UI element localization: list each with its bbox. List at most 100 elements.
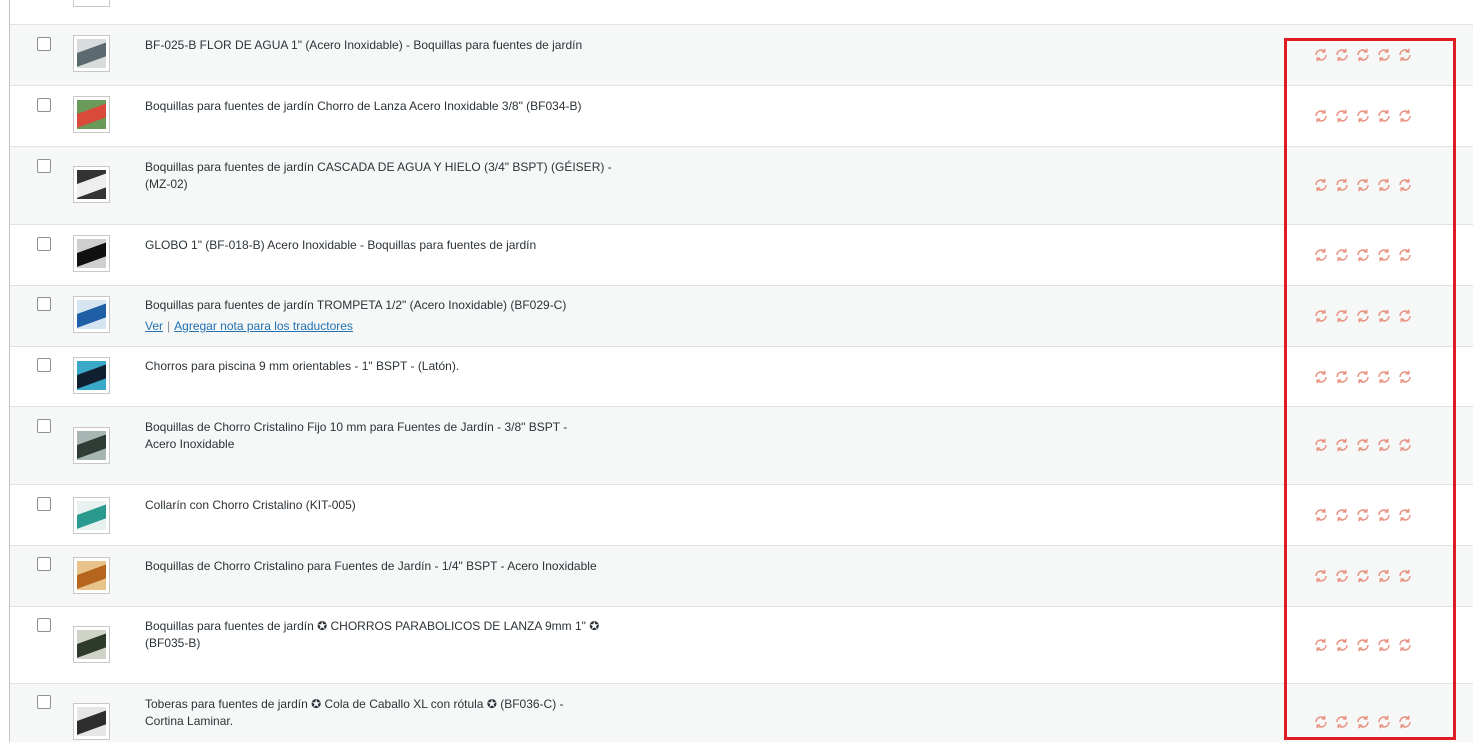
row-checkbox[interactable] (37, 557, 51, 571)
product-title[interactable]: Boquillas para fuentes de jardín CASCADA… (145, 159, 615, 193)
translation-sync-icon[interactable] (1312, 107, 1333, 125)
row-checkbox[interactable] (37, 358, 51, 372)
translation-status-icons (1312, 307, 1417, 325)
translation-sync-icon[interactable] (1396, 246, 1417, 264)
translation-sync-icon[interactable] (1375, 307, 1396, 325)
translation-sync-icon[interactable] (1396, 46, 1417, 64)
translation-sync-icon[interactable] (1375, 46, 1396, 64)
translation-sync-icon[interactable] (1354, 506, 1375, 524)
translation-sync-icon[interactable] (1312, 567, 1333, 585)
product-thumbnail[interactable] (73, 296, 110, 333)
translation-sync-icon[interactable] (1333, 506, 1354, 524)
translation-sync-icon[interactable] (1312, 46, 1333, 64)
translation-sync-icon[interactable] (1333, 107, 1354, 125)
table-row: GLOBO 1" (BF-018-B) Acero Inoxidable - B… (10, 225, 1473, 286)
translation-sync-icon[interactable] (1396, 636, 1417, 654)
translation-sync-icon[interactable] (1333, 636, 1354, 654)
translation-sync-icon[interactable] (1333, 713, 1354, 731)
product-thumbnail[interactable] (73, 557, 110, 594)
product-title[interactable]: Chorros para piscina 9 mm orientables - … (145, 358, 620, 375)
row-checkbox[interactable] (37, 37, 51, 51)
product-thumbnail[interactable] (73, 0, 110, 7)
translation-sync-icon[interactable] (1354, 46, 1375, 64)
translation-sync-icon[interactable] (1396, 307, 1417, 325)
product-thumbnail[interactable] (73, 166, 110, 203)
translation-sync-icon[interactable] (1312, 307, 1333, 325)
translation-status-icons (1312, 713, 1417, 731)
row-checkbox[interactable] (37, 419, 51, 433)
translation-status-icons (1312, 368, 1417, 386)
translation-sync-icon[interactable] (1354, 176, 1375, 194)
translation-sync-icon[interactable] (1354, 436, 1375, 454)
row-checkbox[interactable] (37, 497, 51, 511)
row-checkbox[interactable] (37, 618, 51, 632)
product-thumbnail[interactable] (73, 357, 110, 394)
table-row: Boquillas para fuentes de jardín ✪ CHORR… (10, 607, 1473, 684)
row-checkbox[interactable] (37, 695, 51, 709)
translation-sync-icon[interactable] (1333, 246, 1354, 264)
translation-sync-icon[interactable] (1375, 368, 1396, 386)
translation-sync-icon[interactable] (1354, 107, 1375, 125)
product-thumbnail[interactable] (73, 235, 110, 272)
translation-sync-icon[interactable] (1396, 107, 1417, 125)
row-checkbox[interactable] (37, 98, 51, 112)
translation-sync-icon[interactable] (1354, 368, 1375, 386)
table-row: Toberas para fuentes de jardín ✪ Cola de… (10, 684, 1473, 742)
product-title[interactable]: GLOBO 1" (BF-018-B) Acero Inoxidable - B… (145, 237, 620, 254)
translation-sync-icon[interactable] (1312, 436, 1333, 454)
translation-sync-icon[interactable] (1354, 246, 1375, 264)
translation-sync-icon[interactable] (1396, 567, 1417, 585)
product-title[interactable]: Boquillas para fuentes de jardín Chorro … (145, 98, 620, 115)
translation-sync-icon[interactable] (1396, 176, 1417, 194)
translation-sync-icon[interactable] (1333, 307, 1354, 325)
translation-sync-icon[interactable] (1312, 176, 1333, 194)
product-title[interactable]: BF-025-B FLOR DE AGUA 1" (Acero Inoxidab… (145, 37, 620, 54)
translation-sync-icon[interactable] (1354, 636, 1375, 654)
translation-sync-icon[interactable] (1312, 713, 1333, 731)
product-thumbnail[interactable] (73, 497, 110, 534)
product-title[interactable]: Toberas para fuentes de jardín ✪ Cola de… (145, 696, 605, 730)
translation-sync-icon[interactable] (1312, 246, 1333, 264)
translation-sync-icon[interactable] (1375, 246, 1396, 264)
product-thumbnail[interactable] (73, 703, 110, 740)
translation-sync-icon[interactable] (1333, 436, 1354, 454)
product-thumbnail[interactable] (73, 96, 110, 133)
translation-sync-icon[interactable] (1375, 636, 1396, 654)
translation-sync-icon[interactable] (1312, 506, 1333, 524)
table-row: Chorros para piscina 9 mm orientables - … (10, 347, 1473, 407)
translation-sync-icon[interactable] (1375, 567, 1396, 585)
table-row-partial (10, 0, 1473, 25)
translation-sync-icon[interactable] (1312, 368, 1333, 386)
table-row: Boquillas de Chorro Cristalino para Fuen… (10, 546, 1473, 607)
translation-sync-icon[interactable] (1396, 506, 1417, 524)
translation-sync-icon[interactable] (1312, 636, 1333, 654)
add-translator-note-link[interactable]: Agregar nota para los traductores (174, 319, 353, 333)
translation-sync-icon[interactable] (1375, 107, 1396, 125)
product-title[interactable]: Boquillas para fuentes de jardín ✪ CHORR… (145, 618, 620, 652)
row-checkbox[interactable] (37, 159, 51, 173)
translation-sync-icon[interactable] (1354, 713, 1375, 731)
translation-sync-icon[interactable] (1396, 713, 1417, 731)
translation-sync-icon[interactable] (1354, 567, 1375, 585)
product-title[interactable]: Boquillas de Chorro Cristalino Fijo 10 m… (145, 419, 595, 453)
translation-sync-icon[interactable] (1333, 176, 1354, 194)
product-title[interactable]: Boquillas de Chorro Cristalino para Fuen… (145, 558, 620, 575)
translation-sync-icon[interactable] (1375, 506, 1396, 524)
translation-sync-icon[interactable] (1396, 436, 1417, 454)
row-checkbox[interactable] (37, 237, 51, 251)
translation-sync-icon[interactable] (1375, 176, 1396, 194)
product-title[interactable]: Boquillas para fuentes de jardín TROMPET… (145, 297, 620, 314)
row-checkbox[interactable] (37, 297, 51, 311)
translation-sync-icon[interactable] (1375, 713, 1396, 731)
view-link[interactable]: Ver (145, 319, 163, 333)
translation-sync-icon[interactable] (1354, 307, 1375, 325)
translation-sync-icon[interactable] (1333, 46, 1354, 64)
product-thumbnail[interactable] (73, 427, 110, 464)
product-thumbnail[interactable] (73, 35, 110, 72)
translation-sync-icon[interactable] (1375, 436, 1396, 454)
translation-sync-icon[interactable] (1396, 368, 1417, 386)
product-thumbnail[interactable] (73, 626, 110, 663)
product-title[interactable]: Collarín con Chorro Cristalino (KIT-005) (145, 497, 620, 514)
translation-sync-icon[interactable] (1333, 368, 1354, 386)
translation-sync-icon[interactable] (1333, 567, 1354, 585)
